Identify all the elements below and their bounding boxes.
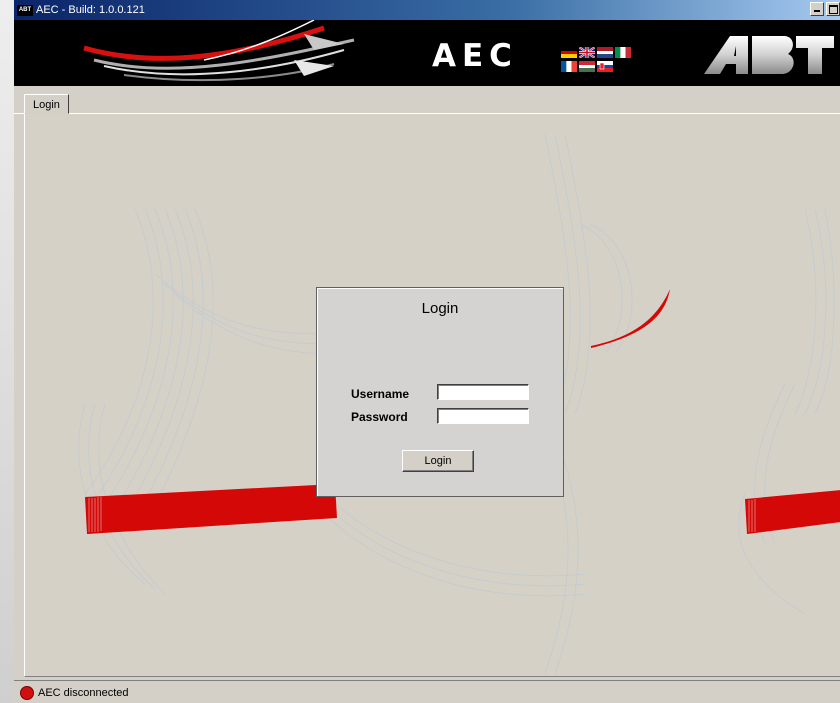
desktop-background: [0, 0, 14, 703]
connection-status-icon: [20, 685, 34, 700]
login-dialog-title: Login: [421, 300, 459, 317]
maximize-button[interactable]: [826, 2, 840, 16]
app-window: ABT AEC - Build: 1.0.0.121 AEC Login Log…: [14, 0, 840, 703]
header-banner: AEC: [14, 20, 840, 86]
minimize-button[interactable]: [810, 2, 824, 16]
login-dialog: Login Username Password Login: [316, 287, 564, 497]
swoosh-graphic: [83, 20, 355, 82]
uk-flag[interactable]: [579, 47, 595, 58]
slovak-flag[interactable]: [597, 61, 613, 72]
french-flag[interactable]: [561, 61, 577, 72]
hungarian-flag[interactable]: [579, 61, 595, 72]
banner-title: AEC: [432, 38, 518, 74]
password-input[interactable]: [437, 408, 529, 424]
status-bar: AEC disconnected: [14, 680, 840, 703]
italian-flag[interactable]: [615, 47, 631, 58]
tab-login[interactable]: Login: [24, 94, 69, 114]
title-bar[interactable]: ABT AEC - Build: 1.0.0.121: [14, 0, 840, 20]
window-title: AEC - Build: 1.0.0.121: [36, 4, 145, 16]
username-label: Username: [351, 387, 410, 401]
tab-strip: Login: [14, 86, 840, 114]
connection-status-text: AEC disconnected: [38, 686, 129, 699]
app-icon: ABT: [17, 4, 33, 16]
password-label: Password: [351, 410, 408, 424]
language-flags: [561, 43, 653, 75]
abt-logo: [704, 36, 834, 74]
login-button[interactable]: Login: [402, 450, 474, 472]
dutch-flag[interactable]: [597, 47, 613, 58]
window-controls: [810, 2, 840, 16]
username-input[interactable]: [437, 384, 529, 400]
german-flag[interactable]: [561, 47, 577, 58]
